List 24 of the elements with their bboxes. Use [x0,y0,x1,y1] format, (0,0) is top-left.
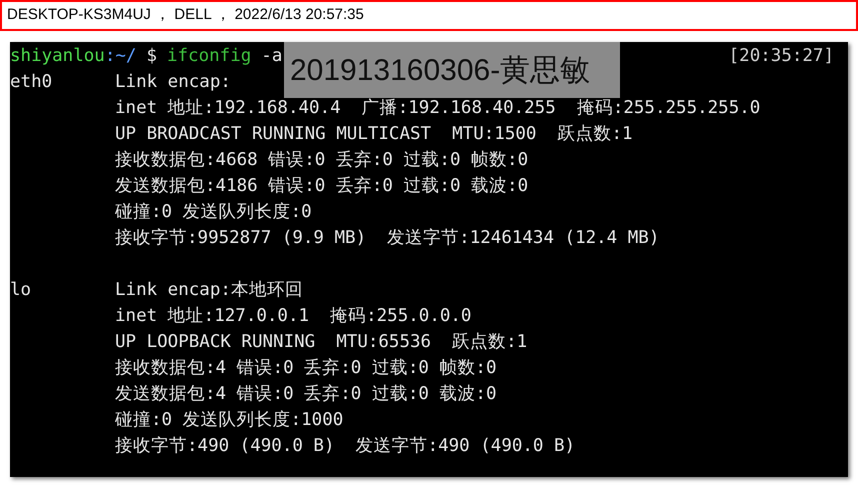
output-line: 碰撞:0 发送队列长度:1000 [115,409,344,432]
output-line: 发送数据包:4186 错误:0 丢弃:0 过载:0 载波:0 [115,175,528,198]
output-line: UP BROADCAST RUNNING MULTICAST MTU:1500 跃点数:1 [115,123,633,146]
output-line: 接收数据包:4 错误:0 丢弃:0 过载:0 帧数:0 [115,357,497,380]
output-line: UP LOOPBACK RUNNING MTU:65536 跃点数:1 [115,331,528,354]
output-line: 接收数据包:4668 错误:0 丢弃:0 过载:0 帧数:0 [115,149,528,172]
output-line: 碰撞:0 发送队列长度:0 [115,201,312,224]
output-line: 接收字节:490 (490.0 B) 发送字节:490 (490.0 B) [115,435,576,458]
output-line: Link encap:本地环回 [115,279,303,302]
watermark-label: 201913160306-黄思敏 [284,42,620,98]
output-line: inet 地址:192.168.40.4 广播:192.168.40.255 掩码:255.255.255.0 [115,97,760,120]
output-line: inet 地址:127.0.0.1 掩码:255.0.0.0 [115,305,472,328]
terminal-clock: [20:35:27] [728,45,834,68]
prompt-path: :~/ [104,45,136,68]
interface-name: eth0 [10,71,54,94]
interface-name: lo [10,279,32,302]
output-line: Link encap: [115,71,231,94]
output-line: 接收字节:9952877 (9.9 MB) 发送字节:12461434 (12.4 MB) [115,227,660,250]
output-line: 发送数据包:4 错误:0 丢弃:0 过载:0 载波:0 [115,383,497,406]
info-banner: DESKTOP-KS3M4UJ ， DELL ， 2022/6/13 20:57:35 [0,0,858,31]
command-text: ifconfig [166,45,252,68]
prompt-user: shiyanlou [10,45,105,68]
command-args: -a [261,45,282,68]
prompt-symbol: $ [146,45,157,68]
